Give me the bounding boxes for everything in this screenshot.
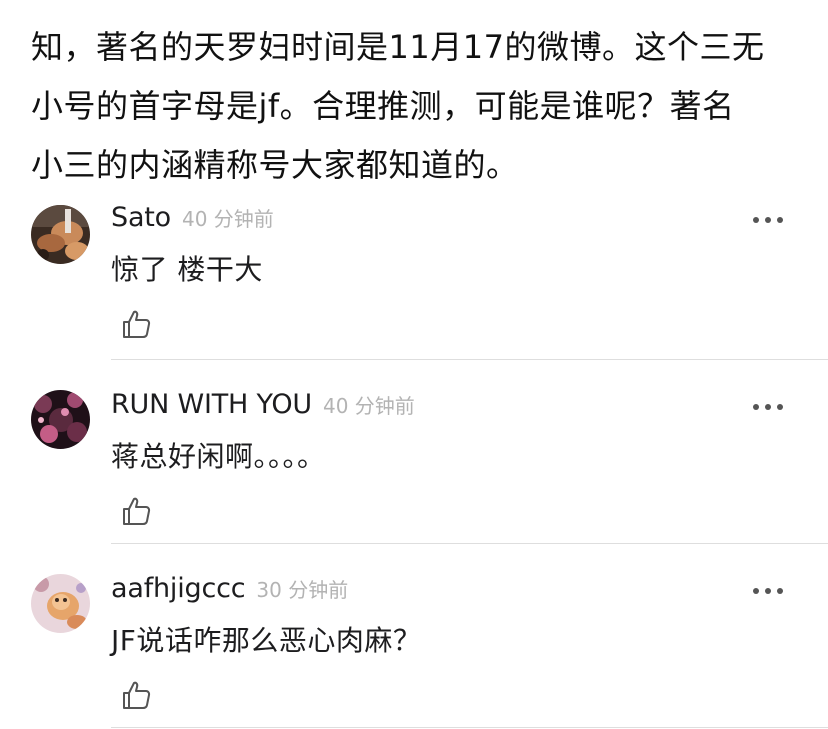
dot	[777, 217, 783, 223]
thumbs-up-icon[interactable]	[120, 308, 152, 340]
username[interactable]: RUN WITH YOU	[111, 389, 312, 420]
thumbs-up-icon[interactable]	[120, 679, 152, 711]
more-dots-icon[interactable]	[753, 403, 783, 411]
more-dots-icon[interactable]	[753, 216, 783, 224]
dot	[753, 217, 759, 223]
dot	[777, 588, 783, 594]
timestamp: 40 分钟前	[322, 394, 415, 418]
avatar[interactable]	[31, 205, 90, 264]
timestamp: 40 分钟前	[182, 207, 274, 231]
post-line: 小三的内涵精称号大家都知道的。	[31, 146, 519, 184]
divider	[111, 359, 828, 360]
dot	[753, 588, 759, 594]
timestamp: 30 分钟前	[256, 578, 349, 602]
dot	[765, 404, 771, 410]
more-dots-icon[interactable]	[753, 587, 783, 595]
divider	[111, 727, 828, 728]
post-content: 知，著名的天罗妇时间是11月17的微博。这个三无 小号的首字母是jf。合理推测，…	[31, 18, 801, 195]
thumbs-up-icon[interactable]	[120, 495, 152, 527]
comment-meta: aafhjigccc 30 分钟前	[111, 573, 348, 613]
username[interactable]: aafhjigccc	[111, 573, 246, 604]
post-line: 知，著名的天罗妇时间是11月17的微博。这个三无	[31, 28, 765, 66]
comment-text: JF说话咋那么恶心肉麻？	[111, 624, 422, 657]
avatar[interactable]	[31, 574, 90, 633]
dot	[765, 217, 771, 223]
divider	[111, 543, 828, 544]
comment-text: 蒋总好闲啊。。。。	[111, 440, 326, 473]
comment-meta: RUN WITH YOU 40 分钟前	[111, 389, 415, 429]
post-line: 小号的首字母是jf。合理推测，可能是谁呢？著名	[31, 87, 735, 125]
username[interactable]: Sato	[111, 202, 171, 233]
dot	[765, 588, 771, 594]
dot	[777, 404, 783, 410]
dot	[753, 404, 759, 410]
comment-text: 惊了 楼干大	[111, 253, 263, 286]
comment-meta: Sato 40 分钟前	[111, 202, 274, 242]
avatar[interactable]	[31, 390, 90, 449]
